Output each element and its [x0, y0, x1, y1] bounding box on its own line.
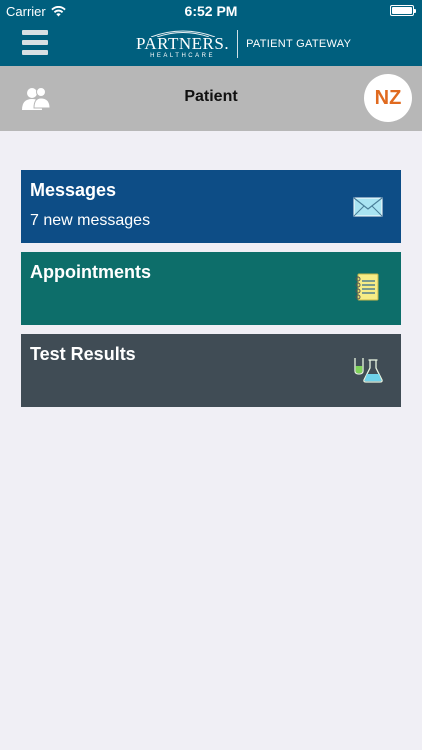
clock: 6:52 PM: [184, 3, 238, 19]
page-title: Patient: [184, 88, 238, 105]
menu-icon[interactable]: [22, 30, 48, 56]
lab-beakers-icon: [354, 358, 383, 383]
partners-logo: PARTNERS. HEALTHCARE: [136, 29, 229, 59]
notepad-icon: [355, 273, 379, 301]
envelope-icon: [353, 197, 383, 217]
test-results-tile[interactable]: Test Results: [21, 334, 401, 407]
messages-tile[interactable]: Messages 7 new messages: [21, 170, 401, 243]
test-results-title: Test Results: [30, 344, 136, 364]
avatar[interactable]: NZ: [364, 74, 412, 122]
appointments-title: Appointments: [30, 262, 151, 282]
logo-main-text: PARTNERS.: [136, 34, 230, 53]
messages-title: Messages: [30, 180, 117, 200]
status-bar: Carrier 6:52 PM: [0, 0, 422, 22]
brand-divider: [237, 30, 239, 58]
battery-icon: [390, 5, 416, 16]
logo-sub-text: HEALTHCARE: [150, 53, 215, 59]
messages-count: 7 new messages: [30, 212, 151, 229]
patient-header: Patient NZ: [0, 66, 422, 131]
nav-bar: PARTNERS. HEALTHCARE PATIENT GATEWAY: [0, 22, 422, 66]
brand-logo: PARTNERS. HEALTHCARE PATIENT GATEWAY: [136, 26, 351, 62]
app-name: PATIENT GATEWAY: [246, 38, 352, 50]
appointments-tile[interactable]: Appointments: [21, 252, 401, 325]
